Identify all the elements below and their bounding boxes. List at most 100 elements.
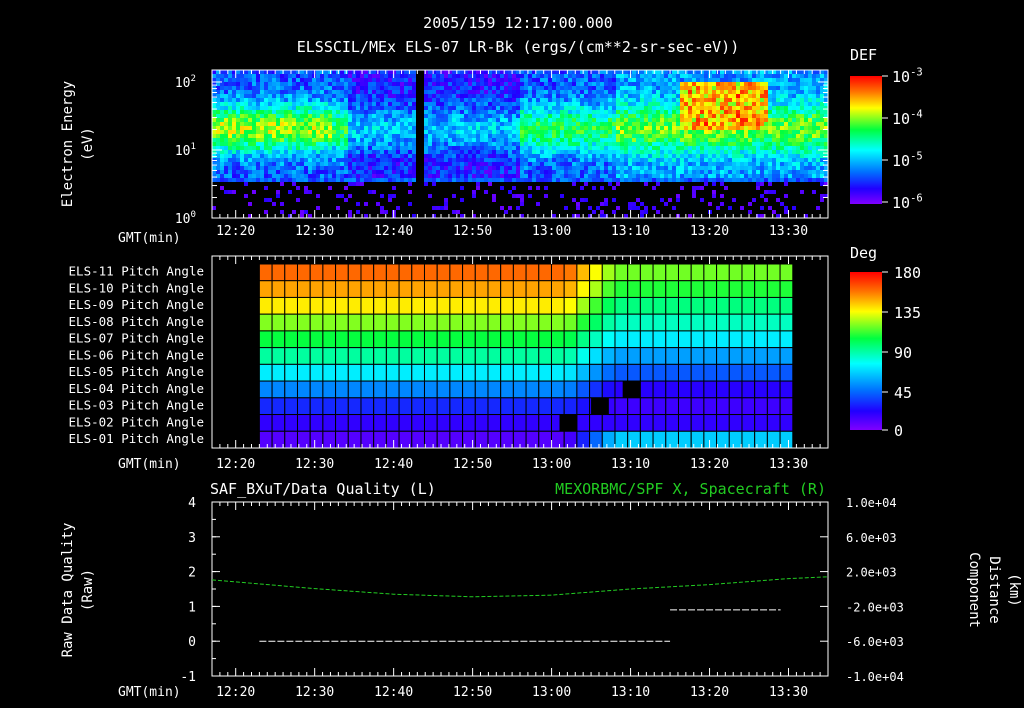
spectrogram-cell <box>724 114 728 118</box>
spectrogram-cell <box>484 94 488 98</box>
spectrogram-cell <box>492 70 496 74</box>
spectrogram-cell <box>696 186 700 190</box>
spectrogram-cell <box>508 82 512 86</box>
spectrogram-cell <box>340 194 344 198</box>
spectrogram-cell <box>712 118 716 122</box>
spectrogram-cell <box>768 98 772 102</box>
pitch-angle-cell <box>449 363 464 382</box>
spectrogram-cell <box>608 78 612 82</box>
spectrogram-cell <box>272 98 276 102</box>
spectrogram-cell <box>740 158 744 162</box>
pitch-angle-cell <box>296 347 311 365</box>
spectrogram-cell <box>432 74 436 78</box>
spectrogram-cell <box>348 130 352 134</box>
spectrogram-cell <box>256 170 260 174</box>
spectrogram-cell <box>492 98 496 102</box>
spectrogram-cell <box>732 162 736 166</box>
spectrogram-cell <box>736 78 740 82</box>
spectrogram-cell <box>568 174 572 178</box>
spectrogram-cell <box>524 158 528 162</box>
spectrogram-cell <box>280 114 284 118</box>
spectrogram-cell <box>288 74 292 78</box>
spectrogram-cell <box>464 138 468 142</box>
spectrogram-cell <box>504 130 508 134</box>
spectrogram-cell <box>680 122 684 126</box>
spectrogram-cell <box>456 78 460 82</box>
spectrogram-cell <box>764 190 768 194</box>
spectrogram-cell <box>408 170 412 174</box>
spectrogram-cell <box>516 110 520 114</box>
spectrogram-cell <box>764 122 768 126</box>
spectrogram-cell <box>680 94 684 98</box>
spectrogram-cell <box>816 138 820 142</box>
spectrogram-cell <box>388 130 392 134</box>
spectrogram-cell <box>284 142 288 146</box>
spectrogram-cell <box>496 114 500 118</box>
spectrogram-cell <box>804 102 808 106</box>
spectrogram-cell <box>772 174 776 178</box>
spectrogram-cell <box>548 122 552 126</box>
pitch-angle-cell <box>652 263 667 282</box>
spectrogram-cell <box>520 110 524 114</box>
spectrogram-cell <box>732 122 736 126</box>
spectrogram-cell <box>632 122 636 126</box>
spectrogram-cell <box>260 102 264 106</box>
pitch-angle-cell <box>284 280 298 298</box>
pitch-angle-cell <box>639 347 654 365</box>
spectrogram-cell <box>480 110 484 114</box>
spectrogram-cell <box>452 70 456 74</box>
spectrogram-cell <box>596 154 600 158</box>
spectrogram-cell <box>692 166 696 170</box>
spectrogram-cell <box>244 122 248 126</box>
spectrogram-cell <box>428 70 432 74</box>
spectrogram-cell <box>644 162 648 166</box>
spectrogram-cell <box>260 94 264 98</box>
spectrogram-cell <box>620 98 624 102</box>
spectrogram-cell <box>512 142 516 146</box>
spectrogram-cell <box>232 178 236 182</box>
spectrogram-cell <box>228 78 232 82</box>
spectrogram-cell <box>804 114 808 118</box>
spectrogram-cell <box>360 146 364 150</box>
spectrogram-cell <box>652 170 656 174</box>
spectrogram-cell <box>716 126 720 130</box>
spectrogram-cell <box>520 70 524 74</box>
spectrogram-cell <box>280 98 284 102</box>
spectrogram-cell <box>376 158 380 162</box>
pitch-angle-cell <box>703 296 718 315</box>
spectrogram-cell <box>404 134 408 138</box>
spectrogram-cell <box>356 154 360 158</box>
spectrogram-cell <box>556 138 560 142</box>
spectrogram-cell <box>468 178 472 182</box>
spectrogram-cell <box>332 90 336 94</box>
spectrogram-cell <box>464 142 468 146</box>
spectrogram-cell <box>800 162 804 166</box>
spectrogram-cell <box>396 170 400 174</box>
spectrogram-cell <box>428 114 432 118</box>
spectrogram-cell <box>504 162 508 166</box>
spectrogram-cell <box>412 110 416 114</box>
spectrogram-cell <box>532 158 536 162</box>
spectrogram-cell <box>316 86 320 90</box>
spectrogram-cell <box>560 178 564 182</box>
spectrogram-cell <box>332 106 336 110</box>
spectrogram-cell <box>340 174 344 178</box>
spectrogram-cell <box>688 110 692 114</box>
spectrogram-cell <box>388 106 392 110</box>
spectrogram-cell <box>772 94 776 98</box>
spectrogram-cell <box>468 102 472 106</box>
spectrogram-cell <box>408 118 412 122</box>
spectrogram-cell <box>308 130 312 134</box>
spectrogram-cell <box>528 114 532 118</box>
spectrogram-cell <box>500 122 504 126</box>
spectrogram-cell <box>312 134 316 138</box>
spectrogram-cell <box>572 182 576 186</box>
pitch-angle-cell <box>550 330 565 349</box>
spectrogram-cell <box>528 162 532 166</box>
pitch-angle-cell <box>779 263 794 282</box>
spectrogram-cell <box>428 98 432 102</box>
spectrogram-cell <box>412 166 416 170</box>
spectrogram-cell <box>672 110 676 114</box>
spectrogram-cell <box>576 82 580 86</box>
spectrogram-cell <box>448 134 452 138</box>
